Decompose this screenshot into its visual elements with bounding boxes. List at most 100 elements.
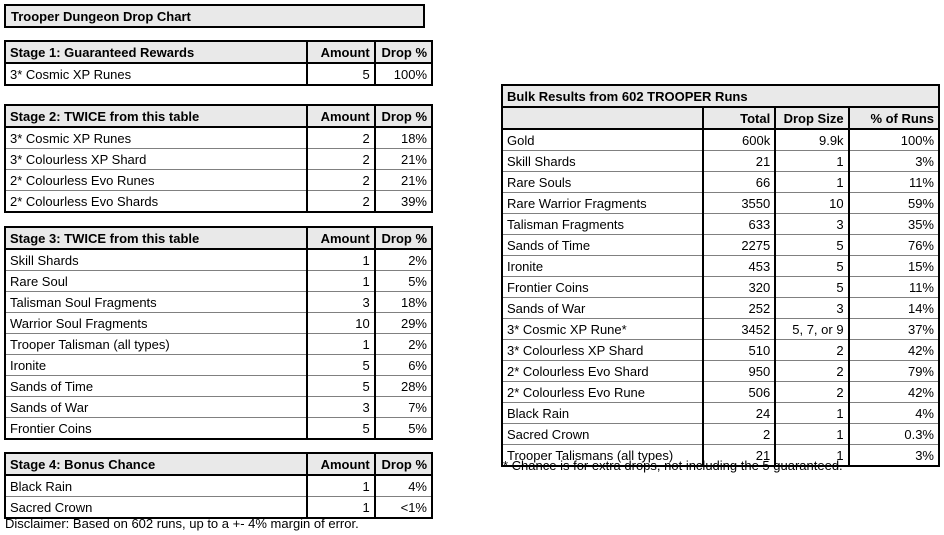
cell-item-name: Sacred Crown	[501, 423, 704, 445]
cell-item-name: Warrior Soul Fragments	[4, 312, 308, 334]
cell-item-name: Black Rain	[4, 474, 308, 497]
table-header-row: Stage 2: TWICE from this table Amount Drop…	[4, 104, 433, 128]
cell-total: 66	[701, 171, 776, 193]
cell-total: 506	[701, 381, 776, 403]
stage-3-table-panel: Stage 3: TWICE from this table Amount Drop…	[4, 226, 433, 440]
cell-percent-of-runs: 11%	[847, 276, 940, 298]
cell-total: 320	[701, 276, 776, 298]
bulk-column-header-row: Total Drop Size% of Runs	[501, 106, 940, 130]
cell-drop-percent: 28%	[373, 375, 433, 397]
bulk-results-table: Bulk Results from 602 TROOPER Runs Total D…	[501, 84, 940, 467]
cell-amount: 2	[306, 148, 376, 170]
cell-item-name: Rare Warrior Fragments	[501, 192, 704, 214]
table-row: 3* Cosmic XP Runes 5 100%	[4, 62, 433, 86]
cell-item-name: 3* Cosmic XP Runes	[4, 62, 308, 86]
cell-drop-size: 3	[774, 297, 850, 319]
cell-item-name: Rare Soul	[4, 270, 308, 292]
cell-percent-of-runs: 42%	[847, 339, 940, 361]
cell-amount: 5	[306, 354, 376, 376]
bulk-results-footnote: * Chance is for extra drops, not includi…	[503, 458, 843, 473]
cell-drop-size: 2	[774, 360, 850, 382]
stage-1-table: Stage 1: Guaranteed Rewards Amount Drop % 3…	[4, 40, 433, 86]
cell-item-name: 2* Colourless Evo Shards	[4, 190, 308, 213]
table-header-row: Stage 3: TWICE from this table Amount Drop…	[4, 226, 433, 250]
table-header-row: Stage 4: Bonus Chance Amount Drop %	[4, 452, 433, 476]
cell-amount: 1	[306, 248, 376, 271]
cell-drop-size: 5	[774, 255, 850, 277]
cell-percent-of-runs: 4%	[847, 402, 940, 424]
cell-percent-of-runs: 76%	[847, 234, 940, 256]
stage-2-table: Stage 2: TWICE from this table Amount Drop…	[4, 104, 433, 213]
table-row: Skill Shards 1 2%	[4, 248, 433, 271]
cell-amount: 10	[306, 312, 376, 334]
cell-item-name: 3* Colourless XP Shard	[501, 339, 704, 361]
cell-drop-percent: 5%	[373, 270, 433, 292]
cell-drop-size: 5, 7, or 9	[774, 318, 850, 340]
stage-3-body: Stage 3: TWICE from this table Amount Drop…	[4, 226, 433, 440]
cell-item-name: Sands of Time	[4, 375, 308, 397]
cell-drop-percent: 5%	[373, 417, 433, 440]
table-row: 2* Colourless Evo Rune 506 2 42%	[501, 381, 940, 403]
cell-item-name: 3* Cosmic XP Rune*	[501, 318, 704, 340]
table-row: Frontier Coins 320 5 11%	[501, 276, 940, 298]
stage-2-body: Stage 2: TWICE from this table Amount Drop…	[4, 104, 433, 213]
cell-percent-of-runs: 37%	[847, 318, 940, 340]
cell-item-name: Sacred Crown	[4, 496, 308, 519]
cell-drop-size: 2	[774, 339, 850, 361]
bulk-results-title: Bulk Results from 602 TROOPER Runs	[501, 84, 940, 108]
cell-amount: 1	[306, 333, 376, 355]
cell-item-name: Talisman Soul Fragments	[4, 291, 308, 313]
disclaimer-text: Disclaimer: Based on 602 runs, up to a +…	[5, 516, 359, 531]
cell-percent-of-runs: 14%	[847, 297, 940, 319]
cell-total: 24	[701, 402, 776, 424]
column-header-total: Total	[701, 106, 776, 130]
cell-drop-percent: 29%	[373, 312, 433, 334]
bulk-results-body: Bulk Results from 602 TROOPER Runs Total D…	[501, 84, 940, 467]
table-row: 3* Cosmic XP Runes 2 18%	[4, 126, 433, 149]
cell-total: 453	[701, 255, 776, 277]
cell-drop-size: 5	[774, 234, 850, 256]
cell-item-name: 2* Colourless Evo Runes	[4, 169, 308, 191]
cell-item-name: 2* Colourless Evo Shard	[501, 360, 704, 382]
column-header-item-name	[501, 106, 704, 130]
cell-amount: 3	[306, 396, 376, 418]
cell-drop-percent: 39%	[373, 190, 433, 213]
column-header-amount: Amount	[306, 40, 376, 64]
cell-total: 3452	[701, 318, 776, 340]
cell-drop-percent: 2%	[373, 333, 433, 355]
table-row: 3* Cosmic XP Rune* 3452 5, 7, or 9 37%	[501, 318, 940, 340]
cell-item-name: 3* Colourless XP Shard	[4, 148, 308, 170]
cell-item-name: Frontier Coins	[4, 417, 308, 440]
stage-1-table-panel: Stage 1: Guaranteed Rewards Amount Drop % 3…	[4, 40, 433, 86]
cell-percent-of-runs: 100%	[847, 128, 940, 151]
cell-item-name: Rare Souls	[501, 171, 704, 193]
cell-drop-percent: 18%	[373, 126, 433, 149]
column-header-stage-name: Stage 3: TWICE from this table	[4, 226, 308, 250]
cell-drop-size: 10	[774, 192, 850, 214]
table-row: Gold 600k 9.9k 100%	[501, 128, 940, 151]
cell-item-name: Gold	[501, 128, 704, 151]
cell-drop-size: 1	[774, 171, 850, 193]
table-row: Sands of War 252 3 14%	[501, 297, 940, 319]
table-row: Rare Warrior Fragments 3550 10 59%	[501, 192, 940, 214]
column-header-drop-size: Drop Size	[774, 106, 850, 130]
cell-percent-of-runs: 0.3%	[847, 423, 940, 445]
cell-amount: 3	[306, 291, 376, 313]
table-row: Sands of Time 2275 5 76%	[501, 234, 940, 256]
cell-amount: 5	[306, 62, 376, 86]
cell-total: 21	[701, 150, 776, 172]
cell-item-name: Skill Shards	[4, 248, 308, 271]
table-row: Sands of War 3 7%	[4, 396, 433, 418]
cell-amount: 1	[306, 496, 376, 519]
cell-total: 2	[701, 423, 776, 445]
cell-amount: 1	[306, 270, 376, 292]
cell-amount: 2	[306, 169, 376, 191]
cell-percent-of-runs: 11%	[847, 171, 940, 193]
cell-amount: 1	[306, 474, 376, 497]
cell-total: 600k	[701, 128, 776, 151]
cell-item-name: Talisman Fragments	[501, 213, 704, 235]
cell-item-name: Skill Shards	[501, 150, 704, 172]
cell-item-name: 2* Colourless Evo Rune	[501, 381, 704, 403]
cell-item-name: Ironite	[501, 255, 704, 277]
table-header-row: Stage 1: Guaranteed Rewards Amount Drop %	[4, 40, 433, 64]
